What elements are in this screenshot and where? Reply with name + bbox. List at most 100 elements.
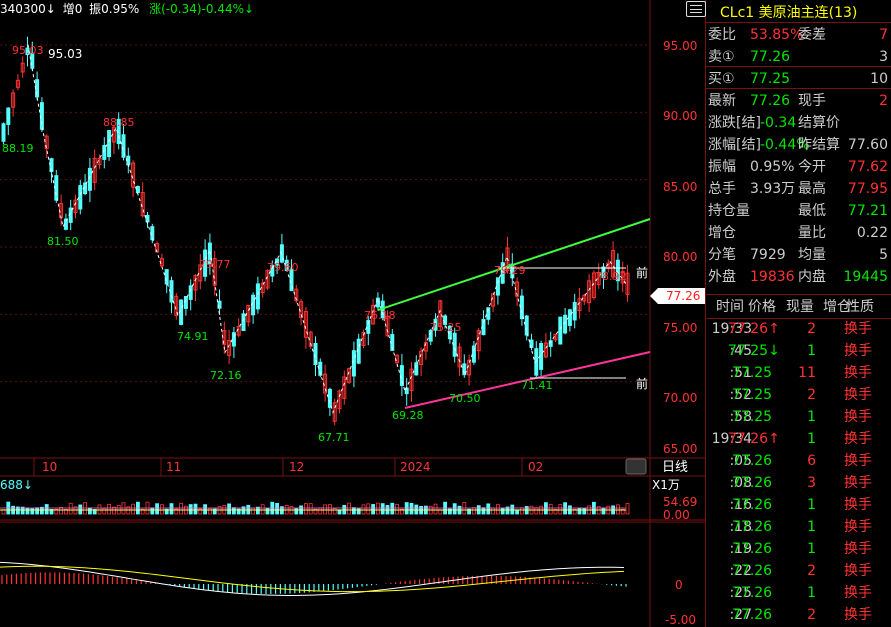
quote-value: 77.26	[750, 93, 791, 109]
quote-row: 买① 77.25 10	[706, 68, 891, 90]
scroll-button[interactable]	[625, 458, 647, 475]
candle	[241, 313, 246, 332]
tick-nature: 换手	[844, 607, 872, 623]
quote-label: 昨结算	[798, 137, 840, 153]
quote-label: 外盘	[708, 269, 736, 285]
tick-volume: 1	[807, 541, 816, 557]
trough-label: 71.41	[521, 379, 553, 392]
quote-value: 77.26	[750, 49, 791, 65]
tick-nature: 换手	[844, 343, 872, 359]
tick-nature: 换手	[844, 519, 872, 535]
tick-row: :58 77.25 1 换手	[706, 406, 891, 428]
tick-volume: 1	[807, 497, 816, 513]
quote-label: 现手	[798, 93, 826, 109]
volume-bar	[275, 502, 280, 515]
tick-volume: 3	[807, 475, 816, 491]
quote-value: 7	[879, 27, 888, 43]
volume-bar	[395, 503, 400, 515]
tick-row: 19:34 77.26↑ 1 换手	[706, 428, 891, 450]
quote-label: 委差	[798, 27, 826, 43]
volume-bar	[102, 508, 107, 515]
quote-value: 77.25	[750, 71, 791, 87]
volume-bar	[265, 507, 270, 515]
candle	[519, 295, 524, 320]
volume-bar	[558, 504, 563, 515]
volume-bar	[68, 502, 73, 515]
volume-bar	[88, 507, 92, 515]
quote-label: 最高	[798, 181, 826, 197]
quote-value: 53.85%	[750, 27, 804, 43]
candle	[78, 185, 83, 210]
quote-label: 增仓	[708, 225, 736, 241]
tick-row: :52 77.25 2 换手	[706, 384, 891, 406]
tick-volume: 2	[807, 321, 816, 337]
quote-label: 量比	[798, 225, 826, 241]
quote-label: 总手	[708, 181, 736, 197]
volume-bar	[318, 507, 323, 515]
quote-label: 今开	[798, 159, 826, 175]
candle	[87, 167, 92, 191]
trough-label: 88.19	[2, 142, 34, 155]
quote-value: 0.22	[856, 225, 888, 241]
quote-label: 委比	[708, 27, 736, 43]
tick-volume: 1	[807, 585, 816, 601]
tick-nature: 换手	[844, 365, 872, 381]
price-axis-label: 80.00	[663, 250, 697, 264]
tick-price: 77.26	[732, 453, 773, 469]
volume-bar	[44, 504, 49, 515]
macd-axis-label: 0	[675, 578, 683, 592]
quote-value: 77.21	[847, 203, 888, 219]
tick-nature: 换手	[844, 563, 872, 579]
front-label-1: 前	[636, 265, 648, 280]
peak-label: 95.03	[12, 44, 44, 57]
volume-bar	[351, 507, 356, 515]
quote-value: 77.60	[847, 137, 888, 153]
quote-row: 委比 53.85% 委差 7	[706, 24, 891, 46]
quote-value: 7929	[750, 247, 786, 263]
volume-bar	[303, 503, 308, 515]
candle	[1, 123, 6, 142]
quote-label: 内盘	[798, 269, 826, 285]
tick-price: 77.25	[732, 409, 773, 425]
volume-axis-label: 54.69	[663, 495, 697, 509]
quote-value: 19836	[750, 269, 795, 285]
volume-axis-label: 0.00	[663, 508, 690, 522]
quote-value: -0.34	[760, 115, 797, 131]
volume-bar	[193, 503, 198, 515]
volume-label: 688↓	[0, 478, 33, 492]
peak-label: 79.77	[199, 258, 231, 271]
volume-bar	[35, 507, 39, 515]
volume-bar	[625, 502, 630, 515]
quote-value: 77.95	[847, 181, 888, 197]
tick-header: 时间 价格 现量 增仓 性质	[716, 299, 874, 315]
tick-volume: 1	[807, 409, 816, 425]
volume-bar	[347, 502, 352, 515]
tick-row: :45 77.25↓ 1 换手	[706, 340, 891, 362]
tick-price: 77.25↓	[728, 343, 780, 359]
volume-bar	[179, 503, 184, 515]
volume-bar	[251, 507, 256, 515]
quote-value: 10	[870, 71, 888, 87]
tick-row: :19 77.26 1 换手	[706, 538, 891, 560]
volume-bar	[409, 503, 414, 515]
volume-bar	[231, 507, 236, 515]
volume-bar	[548, 503, 553, 515]
menu-icon[interactable]	[686, 1, 706, 17]
front-label-2: 前	[636, 376, 648, 391]
candle	[6, 107, 11, 125]
candlestick-chart[interactable]: 前 前 95.03 95.03 88.19 88.85 81.50 79.77 …	[0, 0, 705, 627]
volume-bar	[486, 503, 491, 515]
volume-bar	[495, 504, 500, 515]
price-axis-label: 75.00	[663, 321, 697, 335]
peak-label: 76.18	[364, 309, 396, 322]
quote-row: 涨跌[结] -0.34 结算价	[706, 112, 891, 134]
quote-label: 振幅	[708, 159, 736, 175]
price-axis-label: 65.00	[663, 442, 697, 456]
volume-bar	[188, 504, 193, 515]
candle	[327, 388, 332, 408]
tick-price: 77.26	[732, 585, 773, 601]
quote-label: 买①	[708, 71, 735, 87]
tick-price: 77.26↑	[728, 431, 780, 447]
volume-bar	[481, 507, 486, 515]
period-label[interactable]: 日线	[662, 460, 688, 475]
